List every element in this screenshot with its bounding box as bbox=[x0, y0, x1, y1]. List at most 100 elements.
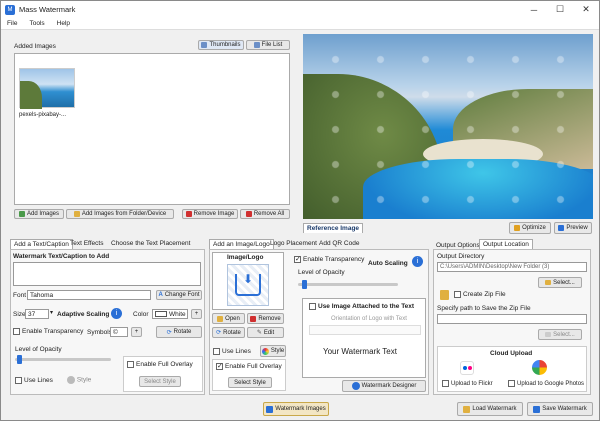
use-attached-check[interactable]: Use Image Attached to the Text bbox=[309, 303, 414, 310]
logo-rotate-button[interactable]: ⟳ Rotate bbox=[212, 327, 245, 338]
auto-scaling-info-icon[interactable]: i bbox=[412, 256, 423, 267]
save-watermark-button[interactable]: Save Watermark bbox=[527, 402, 593, 416]
cloud-upload-label: Cloud Upload bbox=[490, 350, 533, 357]
text-use-lines-check[interactable]: Use Lines bbox=[15, 377, 53, 384]
create-zip-checkbox[interactable] bbox=[454, 291, 461, 298]
tab-output-location[interactable]: Output Location bbox=[479, 239, 533, 249]
image-thumbnail[interactable] bbox=[19, 68, 75, 109]
font-field[interactable]: Tahoma bbox=[27, 290, 151, 300]
load-watermark-button[interactable]: Load Watermark bbox=[457, 402, 523, 416]
logo-upload-icon: ⬇ bbox=[227, 264, 269, 306]
open-logo-button[interactable]: Open bbox=[212, 313, 245, 324]
image-grid: pexels-pixabay-... bbox=[14, 53, 290, 205]
logo-edit-button[interactable]: ✎ Edit bbox=[247, 327, 284, 338]
use-attached-checkbox[interactable] bbox=[309, 303, 316, 310]
size-field[interactable]: 37 bbox=[25, 309, 49, 319]
image-logo-label: Image/Logo bbox=[227, 254, 264, 261]
logo-full-overlay-checkbox[interactable] bbox=[216, 362, 223, 370]
enable-transparency-check[interactable]: Enable Transparency bbox=[13, 328, 83, 335]
select-zip-button[interactable]: Select... bbox=[538, 329, 582, 340]
logo-opacity-thumb[interactable] bbox=[302, 280, 307, 289]
sample-watermark-text: Your Watermark Text bbox=[323, 347, 397, 356]
opacity-label: Level of Opacity bbox=[15, 346, 62, 353]
logo-style-icon bbox=[261, 347, 269, 355]
text-select-style-button[interactable]: Select Style bbox=[139, 376, 181, 387]
add-folder-button[interactable]: Add Images from Folder/Device bbox=[66, 209, 174, 219]
logo-select-style-button[interactable]: Select Style bbox=[228, 377, 272, 388]
title-bar: M Mass Watermark ─ ☐ ✕ bbox=[1, 1, 599, 18]
remove-logo-button[interactable]: Remove bbox=[247, 313, 284, 324]
folder-icon bbox=[73, 211, 80, 217]
caption-input[interactable] bbox=[13, 262, 201, 286]
optimize-button[interactable]: Optimize bbox=[509, 222, 551, 234]
info-icon[interactable]: i bbox=[111, 308, 122, 319]
add-image-icon bbox=[18, 211, 25, 217]
logo-use-lines-check[interactable]: Use Lines bbox=[213, 348, 251, 355]
tab-add-text[interactable]: Add a Text/Caption bbox=[10, 239, 73, 249]
size-dropdown-icon[interactable]: ▾ bbox=[50, 309, 53, 316]
color-plus-button[interactable]: + bbox=[191, 309, 202, 319]
app-window: M Mass Watermark ─ ☐ ✕ File Tools Help A… bbox=[0, 0, 600, 421]
tab-text-placement[interactable]: Choose the Text Placement bbox=[108, 239, 193, 249]
text-style-button[interactable]: Style bbox=[67, 376, 91, 384]
flickr-checkbox[interactable] bbox=[442, 380, 449, 387]
menu-file[interactable]: File bbox=[1, 20, 23, 27]
menu-help[interactable]: Help bbox=[51, 20, 76, 27]
thumbnails-view-button[interactable]: Thumbnails bbox=[198, 40, 244, 50]
change-font-button[interactable]: A Change Font bbox=[156, 290, 202, 300]
orientation-select[interactable] bbox=[309, 325, 421, 335]
gphotos-check[interactable]: Upload to Google Photos bbox=[508, 380, 584, 387]
logo-transparency-checkbox[interactable] bbox=[294, 255, 301, 263]
close-icon[interactable]: ✕ bbox=[573, 1, 599, 18]
remove-all-button[interactable]: Remove All bbox=[240, 209, 290, 219]
flickr-check[interactable]: Upload to Flickr bbox=[442, 380, 493, 387]
watermark-images-button[interactable]: Watermark Images bbox=[263, 402, 329, 416]
logo-panel: Image/Logo ⬇ Open Remove ⟳ Rotate ✎ Edit U… bbox=[209, 249, 429, 395]
transparency-checkbox[interactable] bbox=[13, 328, 20, 335]
size-label: Size bbox=[13, 311, 26, 318]
tab-text-effects[interactable]: Text Effects bbox=[67, 239, 106, 249]
preview-button[interactable]: Preview bbox=[554, 222, 592, 234]
menu-tools[interactable]: Tools bbox=[23, 20, 50, 27]
watermark-designer-button[interactable]: Watermark Designer bbox=[342, 380, 426, 392]
tab-logo-placement[interactable]: Logo Placement bbox=[267, 239, 320, 249]
color-field[interactable]: White bbox=[152, 309, 188, 319]
gphotos-checkbox[interactable] bbox=[508, 380, 515, 387]
logo-opacity-slider[interactable] bbox=[298, 280, 398, 289]
zip-path-field[interactable] bbox=[437, 314, 587, 324]
watermark-icon bbox=[266, 405, 274, 413]
app-logo-icon: M bbox=[5, 4, 15, 15]
logo-preview-box: Image/Logo ⬇ bbox=[212, 252, 284, 310]
zip-icon bbox=[440, 290, 449, 300]
list-icon bbox=[253, 42, 260, 48]
tab-add-logo[interactable]: Add an Image/Logo bbox=[209, 239, 274, 249]
use-lines-checkbox[interactable] bbox=[15, 377, 22, 384]
add-images-button[interactable]: Add Images bbox=[14, 209, 64, 219]
designer-icon bbox=[351, 382, 360, 390]
create-zip-check[interactable]: Create Zip File bbox=[454, 291, 506, 298]
tab-reference-image[interactable]: Reference Image bbox=[303, 223, 364, 233]
attached-text-box: Use Image Attached to the Text Orientati… bbox=[302, 298, 426, 378]
tab-qr-code[interactable]: Add QR Code bbox=[316, 239, 362, 249]
logo-style-button[interactable]: Style bbox=[260, 345, 286, 357]
logo-transparency-check[interactable]: Enable Transparency bbox=[294, 255, 364, 263]
logo-full-overlay-check[interactable]: Enable Full Overlay bbox=[216, 362, 282, 370]
file-list-view-button[interactable]: File List bbox=[246, 40, 290, 50]
opacity-slider-thumb[interactable] bbox=[17, 355, 22, 364]
text-opacity-slider[interactable] bbox=[15, 355, 111, 364]
preview-icon bbox=[558, 225, 565, 231]
minimize-icon[interactable]: ─ bbox=[521, 1, 547, 18]
text-full-overlay-check[interactable]: Enable Full Overlay bbox=[127, 361, 193, 368]
full-overlay-checkbox[interactable] bbox=[127, 361, 134, 368]
select-output-button[interactable]: Select... bbox=[538, 277, 582, 288]
remove-icon bbox=[185, 211, 192, 217]
symbols-select[interactable]: © bbox=[110, 327, 128, 337]
symbols-plus-button[interactable]: + bbox=[131, 327, 142, 337]
text-rotate-button[interactable]: ⟳ Rotate bbox=[156, 326, 202, 338]
maximize-icon[interactable]: ☐ bbox=[547, 1, 573, 18]
save-icon bbox=[533, 405, 541, 413]
remove-image-button[interactable]: Remove Image bbox=[182, 209, 238, 219]
logo-use-lines-checkbox[interactable] bbox=[213, 348, 220, 355]
output-dir-field[interactable]: C:\Users\ADMIN\Desktop\New Folder (3) bbox=[437, 262, 587, 272]
window-title: Mass Watermark bbox=[19, 5, 76, 14]
